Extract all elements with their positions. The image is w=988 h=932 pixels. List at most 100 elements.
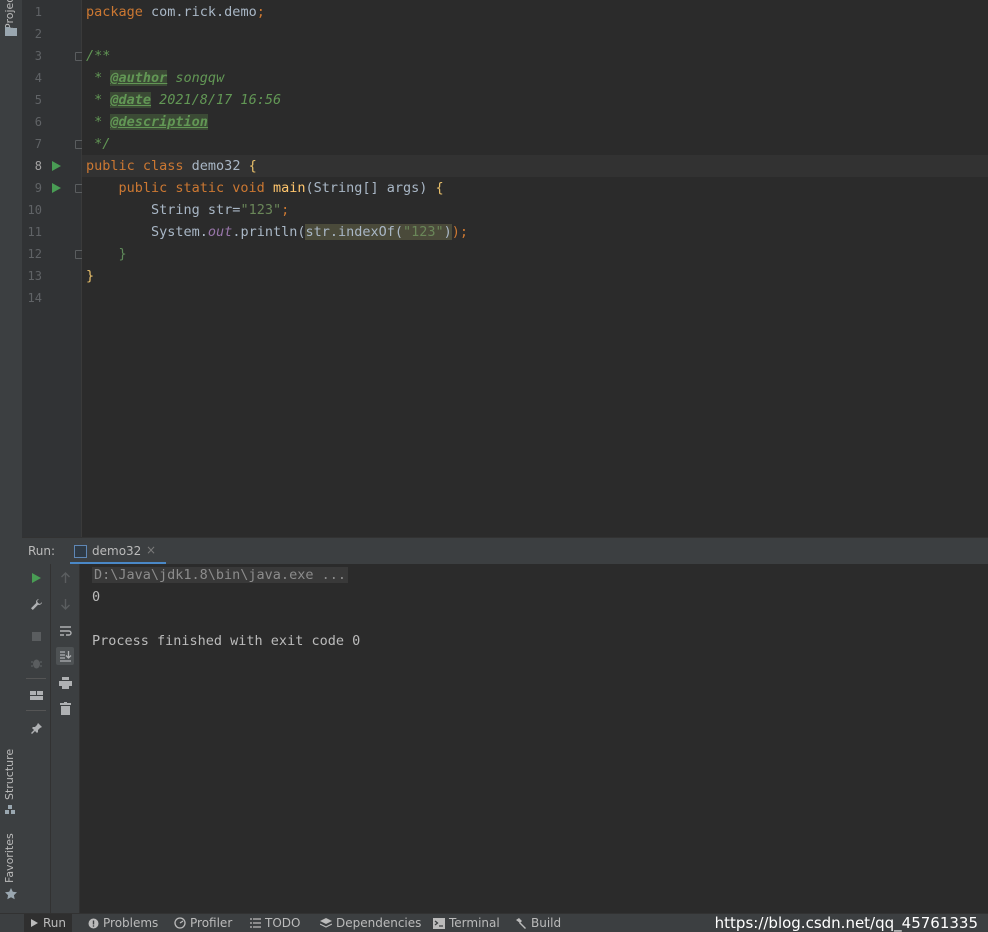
run-config-tab-label: demo32 [92, 544, 142, 558]
bottom-tab-run[interactable]: Run [24, 914, 73, 932]
list-icon [250, 918, 261, 928]
code-line-10: String str="123"; [86, 202, 290, 218]
line-number: 14 [27, 291, 42, 305]
edit-configuration-button[interactable] [27, 595, 45, 613]
line-number: 9 [34, 181, 42, 195]
layout-icon [29, 690, 43, 700]
bottom-tab-label: Terminal [449, 916, 500, 930]
toolbar-separator [26, 678, 46, 679]
line-number: 7 [34, 137, 42, 151]
layers-icon [320, 917, 332, 928]
bottom-tab-dependencies[interactable]: Dependencies [320, 914, 421, 932]
arrow-up-icon [60, 572, 70, 583]
scroll-to-end-icon [59, 651, 71, 662]
soft-wrap-button[interactable] [56, 622, 74, 640]
line-number: 1 [34, 5, 42, 19]
project-tool-tab[interactable]: Project [0, 0, 22, 40]
bottom-tab-problems[interactable]: Problems [88, 914, 158, 932]
structure-tool-tab[interactable]: Structure [0, 745, 22, 820]
bottom-tab-label: Run [43, 916, 67, 930]
clear-all-button[interactable] [56, 699, 74, 717]
run-window-label: Run: [28, 544, 56, 558]
trash-icon [59, 701, 71, 715]
code-line-8: public class demo32 { [86, 158, 257, 174]
stop-icon [31, 631, 41, 641]
run-config-tab[interactable]: demo32 × [70, 538, 166, 565]
console-line: Process finished with exit code 0 [92, 633, 361, 649]
line-number: 6 [34, 115, 42, 129]
run-primary-toolbar [22, 564, 51, 913]
code-line-11: System.out.println(str.indexOf("123")); [86, 224, 469, 240]
soft-wrap-icon [59, 626, 72, 636]
up-stack-frame-button[interactable] [56, 569, 74, 587]
bottom-tool-bar: Run Problems Profiler TODO Dependencies … [0, 913, 988, 932]
close-tab-icon[interactable]: × [146, 543, 156, 557]
play-icon [31, 919, 38, 927]
code-line-9: public static void main(String[] args) { [118, 180, 444, 196]
bottom-tab-label: Build [531, 916, 562, 930]
bug-icon [30, 659, 42, 668]
favorites-tab-label: Favorites [3, 833, 16, 883]
line-number: 5 [34, 93, 42, 107]
bottom-tab-profiler[interactable]: Profiler [174, 914, 232, 932]
run-class-gutter-icon[interactable] [52, 161, 61, 171]
code-line-6: * @description [86, 114, 208, 130]
pin-tab-button[interactable] [27, 719, 45, 737]
pin-icon [30, 722, 42, 734]
scroll-to-end-button[interactable] [56, 647, 74, 665]
line-number: 2 [34, 27, 42, 41]
console-output[interactable]: D:\Java\jdk1.8\bin\java.exe ... 0 Proces… [80, 564, 988, 913]
run-tool-window-header: Run: demo32 × [22, 537, 988, 565]
code-editor[interactable]: package com.rick.demo; /** * @author son… [82, 0, 988, 537]
selected-expression: str.indexOf("123") [305, 224, 452, 240]
command-line-text[interactable]: D:\Java\jdk1.8\bin\java.exe ... [92, 567, 348, 583]
bottom-tab-label: TODO [265, 916, 301, 930]
wrench-icon [30, 598, 42, 610]
stop-button[interactable] [27, 627, 45, 645]
editor-gutter: 1 2 3 4 5 6 7 8 9 10 11 12 13 14 [22, 0, 84, 537]
code-line-1: package com.rick.demo; [86, 4, 265, 20]
folder-icon [5, 27, 17, 36]
line-number: 11 [27, 225, 42, 239]
code-line-12: } [86, 246, 127, 262]
bottom-tab-label: Dependencies [336, 916, 422, 930]
down-stack-frame-button[interactable] [56, 595, 74, 613]
line-number: 10 [27, 203, 42, 217]
layout-button[interactable] [27, 686, 45, 704]
play-icon [32, 573, 41, 583]
arrow-down-icon [60, 599, 70, 610]
terminal-icon [433, 917, 445, 929]
bottom-tab-label: Profiler [190, 916, 233, 930]
printer-icon [58, 677, 72, 689]
line-number: 13 [27, 269, 42, 283]
rerun-button[interactable] [27, 569, 45, 587]
bottom-tab-todo[interactable]: TODO [250, 914, 300, 932]
console-line: 0 [92, 589, 101, 605]
line-number: 4 [34, 71, 42, 85]
code-line-13: } [86, 268, 95, 284]
favorites-tool-tab[interactable]: Favorites [0, 830, 22, 910]
run-config-icon [74, 545, 87, 558]
structure-icon [5, 805, 15, 814]
left-tool-stripe: Project Structure Favorites [0, 0, 23, 913]
bottom-tab-build[interactable]: Build [515, 914, 561, 932]
bottom-tab-label: Problems [103, 916, 159, 930]
problems-icon [88, 918, 99, 928]
debug-button[interactable] [27, 654, 45, 672]
hammer-icon [516, 918, 526, 929]
console-line[interactable]: D:\Java\jdk1.8\bin\java.exe ... [92, 564, 348, 586]
star-icon [5, 888, 17, 900]
structure-tab-label: Structure [3, 748, 16, 800]
print-button[interactable] [56, 674, 74, 692]
line-number: 3 [34, 49, 42, 63]
watermark-text: https://blog.csdn.net/qq_45761335 [714, 914, 978, 932]
code-line-7: */ [86, 136, 111, 152]
code-line-5: * @date 2021/8/17 16:56 [86, 92, 282, 108]
run-secondary-toolbar [51, 564, 80, 913]
toolbar-separator [26, 710, 46, 711]
line-number: 8 [34, 159, 42, 173]
line-number: 12 [27, 247, 42, 261]
bottom-tab-terminal[interactable]: Terminal [433, 914, 500, 932]
run-main-gutter-icon[interactable] [52, 183, 61, 193]
code-line-4: * @author songqw [86, 70, 225, 86]
